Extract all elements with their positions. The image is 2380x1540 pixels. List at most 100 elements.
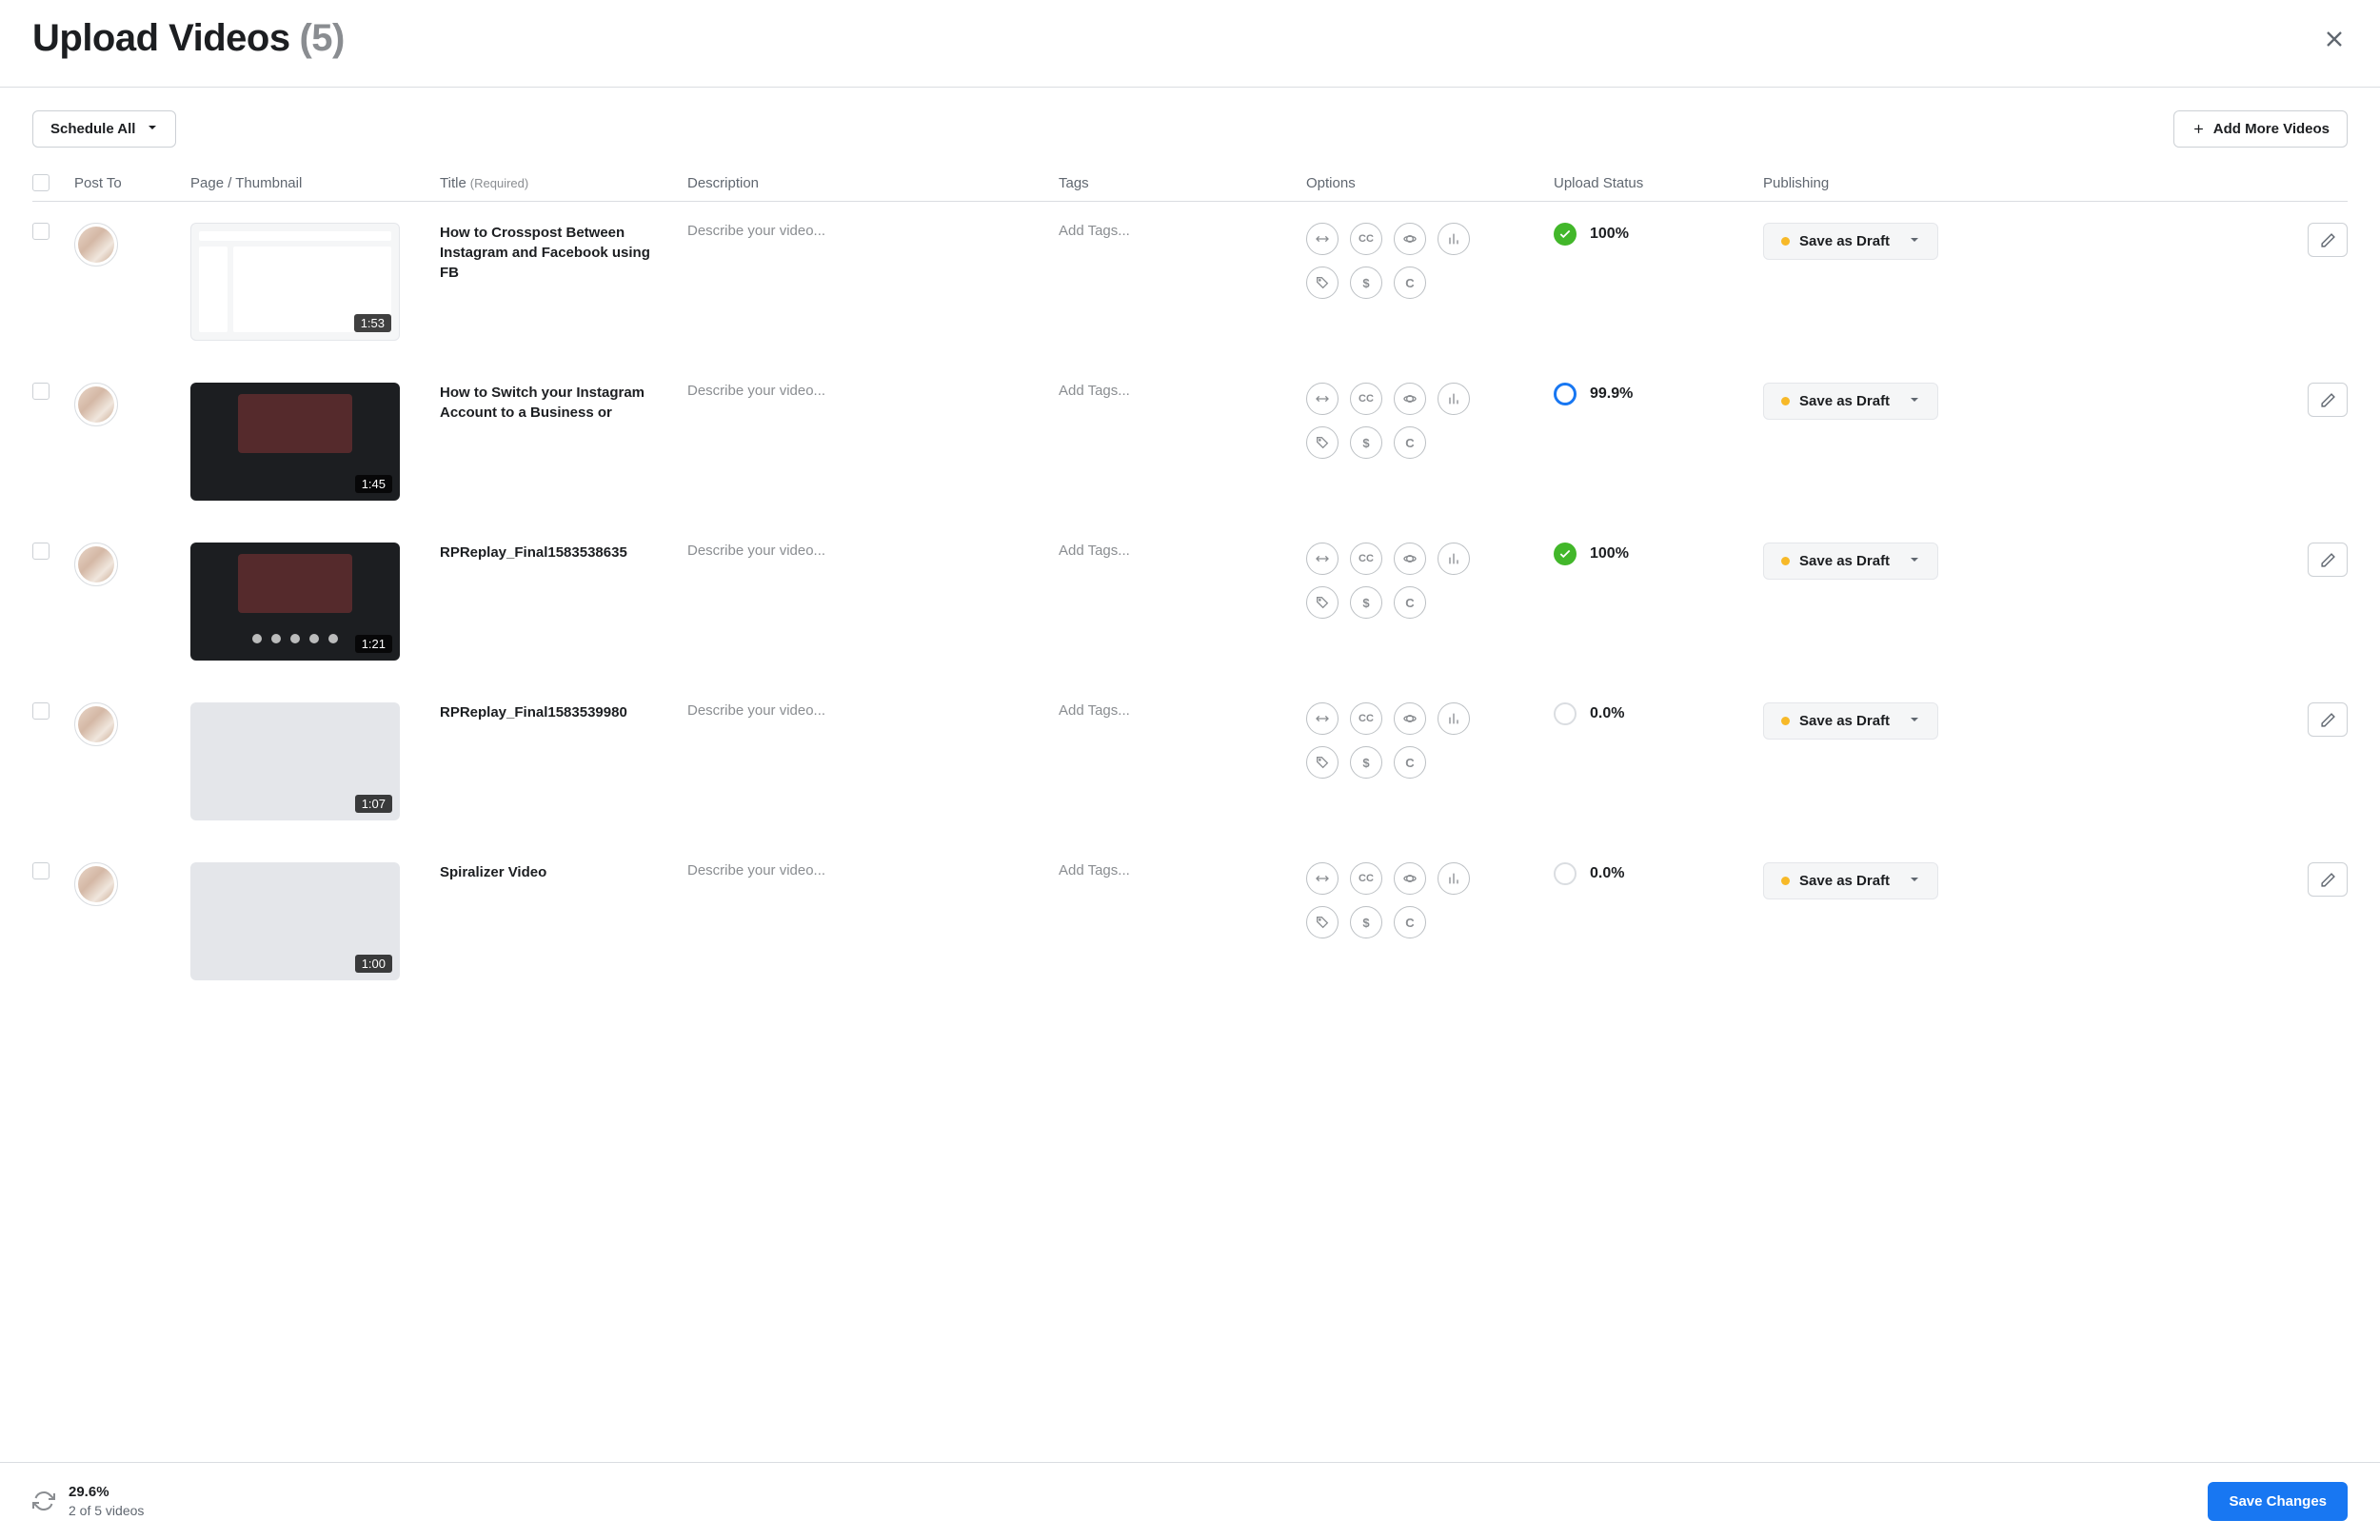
option-cc-button[interactable]: CC	[1350, 862, 1382, 895]
option-rights-button[interactable]: C	[1394, 267, 1426, 299]
schedule-all-label: Schedule All	[50, 121, 135, 137]
video-title[interactable]: Spiralizer Video	[440, 862, 687, 882]
option-tag-button[interactable]	[1306, 906, 1339, 938]
row-checkbox[interactable]	[32, 862, 50, 879]
tags-input[interactable]: Add Tags...	[1059, 223, 1306, 239]
page-avatar[interactable]	[74, 862, 118, 906]
option-crosspost-button[interactable]	[1306, 383, 1339, 415]
option-poll-button[interactable]	[1438, 702, 1470, 735]
select-all-checkbox[interactable]	[32, 174, 50, 191]
video-title[interactable]: RPReplay_Final1583538635	[440, 543, 687, 563]
option-tag-button[interactable]	[1306, 426, 1339, 459]
tags-input[interactable]: Add Tags...	[1059, 383, 1306, 399]
publishing-dropdown[interactable]: Save as Draft	[1763, 223, 1938, 260]
page-avatar[interactable]	[74, 543, 118, 586]
edit-button[interactable]	[2308, 223, 2348, 257]
option-crosspost-button[interactable]	[1306, 702, 1339, 735]
video-duration: 1:45	[355, 475, 392, 493]
description-input[interactable]: Describe your video...	[687, 862, 1059, 879]
option-crosspost-button[interactable]	[1306, 543, 1339, 575]
upload-pct: 100%	[1590, 545, 1629, 563]
option-cc-button[interactable]: CC	[1350, 223, 1382, 255]
table-header: Post To Page / Thumbnail Title(Required)…	[32, 165, 2348, 202]
publishing-dropdown[interactable]: Save as Draft	[1763, 702, 1938, 740]
edit-button[interactable]	[2308, 543, 2348, 577]
option-poll-button[interactable]	[1438, 223, 1470, 255]
option-monetize-button[interactable]: $	[1350, 586, 1382, 619]
edit-button[interactable]	[2308, 383, 2348, 417]
option-rights-button[interactable]: C	[1394, 906, 1426, 938]
option-cc-button[interactable]: CC	[1350, 383, 1382, 415]
edit-button[interactable]	[2308, 702, 2348, 737]
option-360-button[interactable]	[1394, 383, 1426, 415]
description-input[interactable]: Describe your video...	[687, 702, 1059, 719]
col-thumbnail: Page / Thumbnail	[190, 175, 440, 191]
video-duration: 1:00	[355, 955, 392, 973]
tags-input[interactable]: Add Tags...	[1059, 862, 1306, 879]
schedule-all-button[interactable]: Schedule All	[32, 110, 176, 148]
video-duration: 1:07	[355, 795, 392, 813]
option-monetize-button[interactable]: $	[1350, 746, 1382, 779]
status-done-icon	[1554, 543, 1577, 565]
caret-down-icon	[1909, 233, 1920, 249]
tags-input[interactable]: Add Tags...	[1059, 702, 1306, 719]
publishing-label: Save as Draft	[1799, 713, 1890, 729]
option-crosspost-button[interactable]	[1306, 862, 1339, 895]
publishing-dropdown[interactable]: Save as Draft	[1763, 383, 1938, 420]
description-input[interactable]: Describe your video...	[687, 543, 1059, 559]
option-tag-button[interactable]	[1306, 586, 1339, 619]
close-button[interactable]	[2319, 24, 2350, 54]
options-group: CC $ C	[1306, 223, 1497, 299]
table-row: 1:21 RPReplay_Final1583538635 Describe y…	[32, 522, 2348, 681]
add-more-videos-button[interactable]: Add More Videos	[2173, 110, 2348, 148]
video-title[interactable]: How to Crosspost Between Instagram and F…	[440, 223, 687, 283]
option-crosspost-button[interactable]	[1306, 223, 1339, 255]
video-title[interactable]: RPReplay_Final1583539980	[440, 702, 687, 722]
caret-down-icon	[1909, 713, 1920, 729]
upload-status: 99.9%	[1554, 383, 1763, 405]
description-input[interactable]: Describe your video...	[687, 223, 1059, 239]
video-thumbnail[interactable]: 1:00	[190, 862, 400, 980]
option-poll-button[interactable]	[1438, 543, 1470, 575]
option-360-button[interactable]	[1394, 543, 1426, 575]
option-360-button[interactable]	[1394, 862, 1426, 895]
option-360-button[interactable]	[1394, 223, 1426, 255]
col-status: Upload Status	[1554, 175, 1763, 191]
option-360-button[interactable]	[1394, 702, 1426, 735]
option-monetize-button[interactable]: $	[1350, 267, 1382, 299]
page-avatar[interactable]	[74, 223, 118, 267]
page-avatar[interactable]	[74, 702, 118, 746]
video-thumbnail[interactable]: 1:45	[190, 383, 400, 501]
save-changes-button[interactable]: Save Changes	[2208, 1482, 2348, 1521]
row-checkbox[interactable]	[32, 702, 50, 720]
row-checkbox[interactable]	[32, 223, 50, 240]
video-title[interactable]: How to Switch your Instagram Account to …	[440, 383, 687, 423]
option-rights-button[interactable]: C	[1394, 586, 1426, 619]
option-tag-button[interactable]	[1306, 746, 1339, 779]
page-avatar[interactable]	[74, 383, 118, 426]
option-cc-button[interactable]: CC	[1350, 543, 1382, 575]
option-cc-button[interactable]: CC	[1350, 702, 1382, 735]
add-more-label: Add More Videos	[2213, 121, 2330, 137]
row-checkbox[interactable]	[32, 543, 50, 560]
edit-button[interactable]	[2308, 862, 2348, 897]
video-thumbnail[interactable]: 1:21	[190, 543, 400, 661]
option-tag-button[interactable]	[1306, 267, 1339, 299]
description-input[interactable]: Describe your video...	[687, 383, 1059, 399]
option-monetize-button[interactable]: $	[1350, 906, 1382, 938]
option-rights-button[interactable]: C	[1394, 426, 1426, 459]
row-checkbox[interactable]	[32, 383, 50, 400]
tags-input[interactable]: Add Tags...	[1059, 543, 1306, 559]
col-options: Options	[1306, 175, 1554, 191]
publishing-dropdown[interactable]: Save as Draft	[1763, 543, 1938, 580]
option-poll-button[interactable]	[1438, 383, 1470, 415]
video-thumbnail[interactable]: 1:07	[190, 702, 400, 820]
video-thumbnail[interactable]: 1:53	[190, 223, 400, 341]
pencil-icon	[2320, 552, 2336, 568]
status-progress-icon	[1554, 383, 1577, 405]
option-poll-button[interactable]	[1438, 862, 1470, 895]
option-rights-button[interactable]: C	[1394, 746, 1426, 779]
publishing-dropdown[interactable]: Save as Draft	[1763, 862, 1938, 899]
option-monetize-button[interactable]: $	[1350, 426, 1382, 459]
overall-progress-sub: 2 of 5 videos	[69, 1502, 144, 1520]
